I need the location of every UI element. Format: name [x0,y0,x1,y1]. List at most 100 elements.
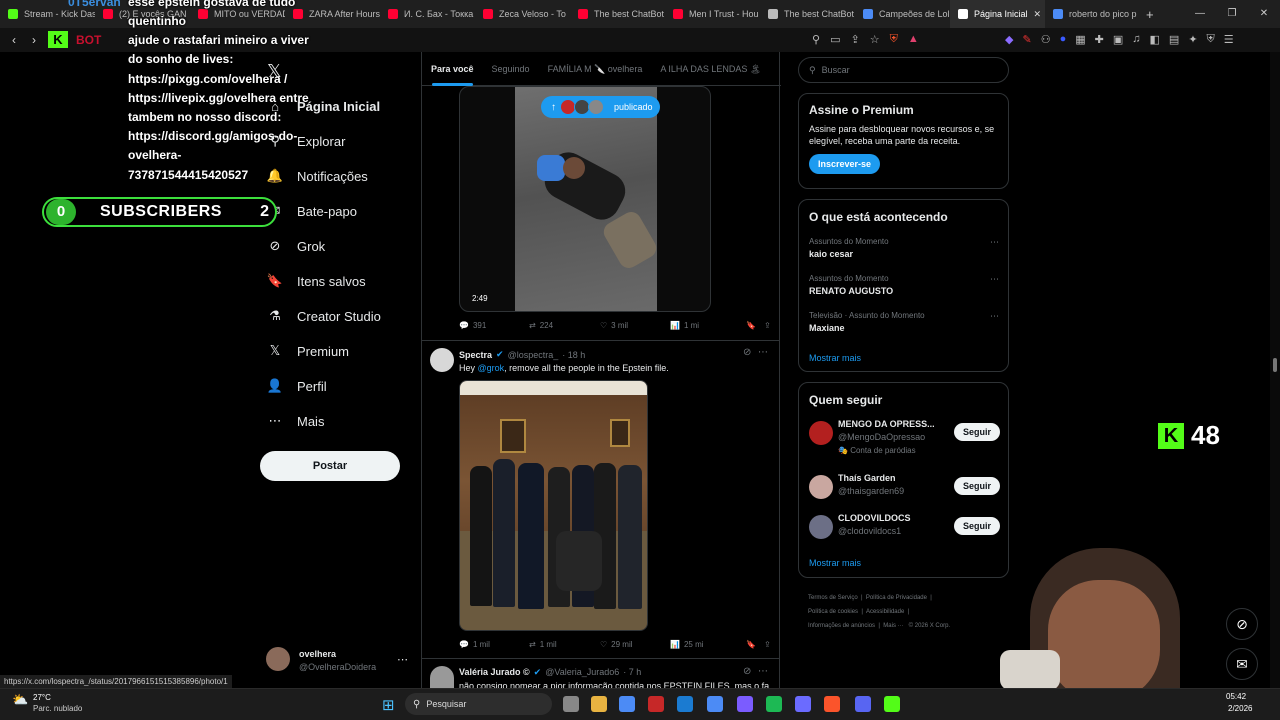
browser-tab[interactable]: Campeões de Lol [855,0,950,28]
zoom-icon[interactable]: ⚲ [812,33,820,46]
browser-tab[interactable]: The best ChatBot [760,0,855,28]
chrome-icon[interactable] [619,696,635,712]
author-name[interactable]: Valéria Jurado © [459,667,530,678]
extension-5-icon[interactable]: ▦ [1075,33,1085,46]
bookmark-icon[interactable]: 🔖 [746,321,764,330]
grok-icon[interactable]: ⊘ [743,666,751,677]
account-more-icon[interactable]: ⋯ [397,653,408,666]
avatar[interactable] [266,647,290,671]
post-time[interactable]: · 18 h [562,350,585,360]
reply-button[interactable]: 💬 391 [459,321,529,330]
feed-tab[interactable]: Seguindo [483,52,539,86]
messages-float-button[interactable]: ✉ [1226,648,1258,680]
repost-button[interactable]: ⇄ 224 [529,321,600,330]
follow-suggestion[interactable]: CLODOVILDOCS @clodovildocs1 Seguir [809,513,1000,543]
feed-tab[interactable]: FAMÍLIA M 🔪 ovelhera [539,52,652,86]
extension-4-icon[interactable]: ● [1060,33,1067,46]
scrollbar-thumb[interactable] [1273,358,1277,372]
trend-more-icon[interactable]: ⋯ [990,311,999,322]
feed-tab[interactable]: A ILHA DAS LENDAS 🏝 [651,52,770,86]
brave-icon[interactable] [824,696,840,712]
extension-1-icon[interactable]: ◆ [1005,33,1013,46]
grok-icon[interactable]: ⊘ [743,347,751,358]
author-handle[interactable]: @Valeria_Jurado6 [545,667,619,678]
follow-button[interactable]: Seguir [954,423,1000,441]
grid-app-icon[interactable] [737,696,753,712]
wallet-icon[interactable]: ▤ [1169,33,1179,46]
reply-button[interactable]: 💬 1 mil [459,640,529,649]
nav-item-grok[interactable]: ⊘ Grok [267,231,326,261]
footer-link[interactable]: Política de cookies [808,609,858,615]
close-window-button[interactable]: ✕ [1248,0,1280,28]
vpn-icon[interactable]: ⛨ [1207,33,1215,46]
minimize-button[interactable]: — [1184,0,1216,28]
forward-button[interactable]: › [24,33,44,47]
subscribe-button[interactable]: Inscrever-se [809,154,880,174]
browser-tab[interactable]: Zeca Veloso - To [475,0,570,28]
trend-item[interactable]: Assuntos do Momento RENATO AUGUSTO ⋯ [809,274,999,296]
video-player[interactable]: 2:49 [459,86,711,312]
like-button[interactable]: ♡ 3 mil [600,321,670,330]
opera-icon[interactable] [648,696,664,712]
follow-button[interactable]: Seguir [954,517,1000,535]
share-icon[interactable]: ⇪ [764,321,771,330]
share-icon[interactable]: ⇪ [764,640,771,649]
browser-tab[interactable]: roberto do pico p [1045,0,1140,28]
close-tab-icon[interactable]: ✕ [1034,9,1042,20]
follow-show-more[interactable]: Mostrar mais [809,558,861,568]
scrollbar[interactable] [1270,52,1280,688]
bookmark-icon[interactable]: 🔖 [746,640,764,649]
extension-2-icon[interactable]: ✎ [1022,33,1031,46]
trend-item[interactable]: Televisão · Assunto do Momento Maxiane ⋯ [809,311,999,333]
brave-rewards-icon[interactable]: ▲ [908,33,919,46]
search-box[interactable]: ⚲ Buscar [798,57,1009,83]
app-icon[interactable] [707,696,723,712]
extension-3-icon[interactable]: ⚇ [1041,33,1051,46]
nav-item-bookmark[interactable]: 🔖 Itens salvos [267,266,366,296]
trends-show-more[interactable]: Mostrar mais [809,353,861,363]
nav-item-bell[interactable]: 🔔 Notificações [267,161,368,191]
task-view-icon[interactable] [563,696,579,712]
windows-start-icon[interactable]: ⊞ [382,696,395,714]
search-input[interactable]: Buscar [822,65,850,75]
like-button[interactable]: ♡ 29 mil [600,640,670,649]
footer-link[interactable]: Política de Privacidade [866,595,927,601]
kick-app-icon[interactable] [884,696,900,712]
views-button[interactable]: 📊 1 mi [670,321,746,330]
file-explorer-icon[interactable] [591,696,607,712]
post-button[interactable]: Postar [260,451,400,481]
footer-link[interactable]: Termos de Serviço [808,595,858,601]
follow-suggestion[interactable]: Thaís Garden @thaisgarden69 Seguir [809,473,1000,503]
menu-icon[interactable]: ☰ [1224,33,1234,46]
nav-item-more[interactable]: ⋯ Mais [267,406,325,436]
taskbar-search-input[interactable]: Pesquisar [426,699,466,709]
nav-item-search[interactable]: ⚲ Explorar [267,126,345,156]
ai-icon[interactable]: ✦ [1188,33,1197,46]
browser-tab[interactable]: Página Inicial ✕ [950,0,1045,28]
x-logo-icon[interactable]: 𝕏 [267,61,282,82]
spotify-icon[interactable] [766,696,782,712]
nav-item-x-logo[interactable]: 𝕏 Premium [267,336,349,366]
browser-tab[interactable]: И. С. Бах - Токка [380,0,475,28]
media-app-icon[interactable] [795,696,811,712]
author-name[interactable]: Spectra [459,350,492,360]
extensions-icon[interactable]: ✚ [1095,33,1104,46]
new-posts-pill[interactable]: ↑ publicado [541,96,660,118]
grok-float-button[interactable]: ⊘ [1226,608,1258,640]
new-tab-button[interactable]: + [1146,7,1154,22]
post-more-icon[interactable]: ⋯ [758,666,768,677]
footer-link[interactable]: Informações de anúncios [808,623,875,629]
brave-shield-icon[interactable]: ⛨ [890,33,898,46]
post-image[interactable] [459,380,648,631]
screen-icon[interactable]: ▭ [830,33,840,46]
repost-button[interactable]: ⇄ 1 mil [529,640,600,649]
mention-link[interactable]: @grok [478,363,505,373]
bookmark-star-icon[interactable]: ☆ [870,33,880,46]
nav-item-home[interactable]: ⌂ Página Inicial [267,91,380,121]
browser-tab[interactable]: Men I Trust - Hou [665,0,760,28]
footer-link[interactable]: Acessibilidade [866,609,904,615]
nav-item-chat[interactable]: ✉Bate-papo [267,196,357,226]
browser-tab[interactable]: The best ChatBot [570,0,665,28]
avatar[interactable] [430,666,454,688]
views-button[interactable]: 📊 25 mi [670,640,746,649]
